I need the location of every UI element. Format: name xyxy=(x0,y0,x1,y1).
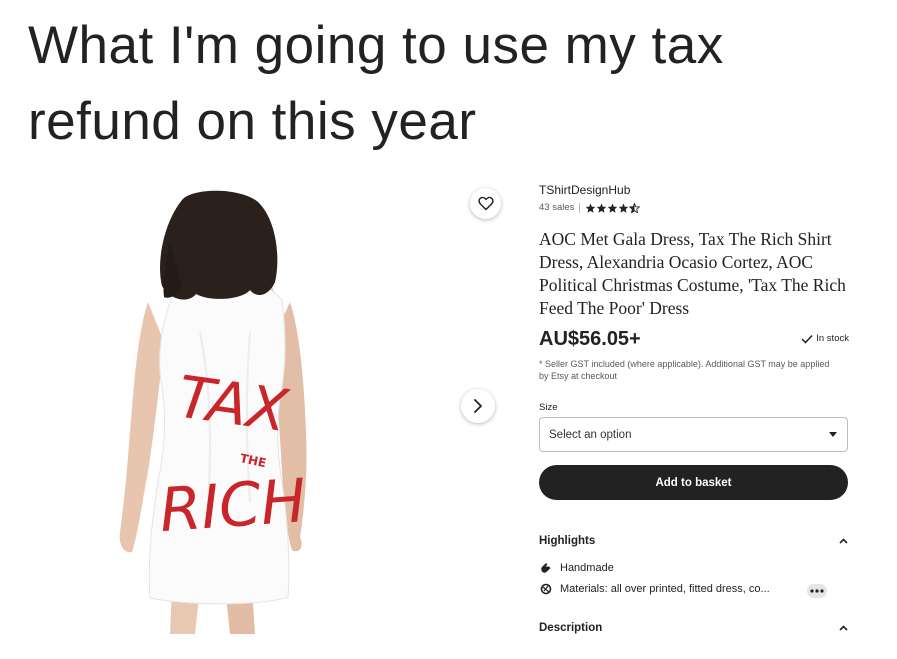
size-select-value: Select an option xyxy=(549,428,632,441)
highlight-text: Materials: all over printed, fitted dres… xyxy=(560,583,770,595)
shop-name-link[interactable]: TShirtDesignHub xyxy=(539,183,630,197)
hand-icon xyxy=(539,561,553,575)
star-icon xyxy=(586,202,596,213)
divider xyxy=(579,202,581,213)
description-title: Description xyxy=(539,622,603,634)
chevron-right-icon xyxy=(474,399,482,413)
chevron-up-icon xyxy=(839,538,848,544)
product-image-area: TAX THE RICH xyxy=(100,182,510,634)
sales-rating-row: 43 sales xyxy=(539,202,641,213)
size-label: Size xyxy=(539,402,558,413)
highlight-text: Handmade xyxy=(560,562,614,574)
heart-icon xyxy=(477,196,494,211)
highlight-item: Handmade xyxy=(539,561,849,575)
star-icon xyxy=(608,202,618,213)
star-icon xyxy=(619,202,629,213)
print-text-rich: RICH xyxy=(157,466,308,546)
ellipsis-icon xyxy=(810,589,824,593)
highlights-title: Highlights xyxy=(539,535,596,547)
star-rating[interactable] xyxy=(585,202,641,213)
listing-title: AOC Met Gala Dress, Tax The Rich Shirt D… xyxy=(539,229,846,318)
materials-icon xyxy=(539,582,553,596)
description-toggle[interactable]: Description xyxy=(539,622,848,634)
highlights-toggle[interactable]: Highlights xyxy=(539,535,848,547)
highlight-item: Materials: all over printed, fitted dres… xyxy=(539,582,849,596)
sales-count: 43 sales xyxy=(539,202,575,213)
tax-note: * Seller GST included (where applicable)… xyxy=(539,359,830,381)
size-select[interactable]: Select an option xyxy=(539,417,848,452)
product-photo: TAX THE RICH xyxy=(100,182,460,634)
caret-down-icon xyxy=(829,431,837,437)
meme-caption: What I'm going to use my tax refund on t… xyxy=(28,16,724,151)
price: AU$56.05+ xyxy=(539,328,641,350)
half-star-icon xyxy=(629,202,641,213)
next-image-button[interactable] xyxy=(461,389,495,423)
more-options-button[interactable] xyxy=(807,584,827,598)
stock-label: In stock xyxy=(816,333,849,344)
star-icon xyxy=(597,202,607,213)
stock-status: In stock xyxy=(801,333,849,344)
checkmark-icon xyxy=(801,334,813,344)
favorite-button[interactable] xyxy=(470,188,501,219)
add-to-basket-button[interactable]: Add to basket xyxy=(539,465,848,500)
chevron-up-icon xyxy=(839,625,848,631)
